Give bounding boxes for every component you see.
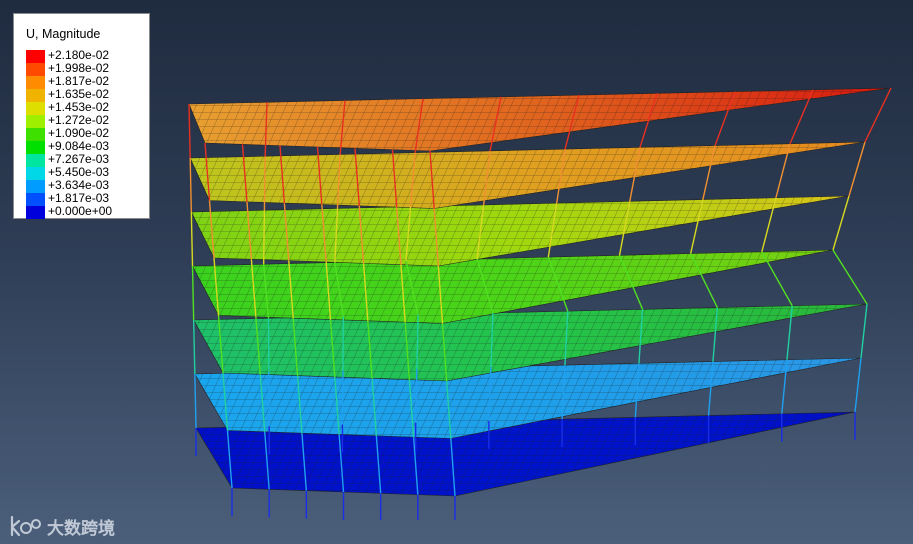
abaqus-viewport[interactable]: U, Magnitude +2.180e-02 +1.998e-02 +1.817e… — [0, 0, 913, 544]
legend-swatch — [26, 167, 45, 180]
frame-column — [263, 156, 266, 211]
watermark-text: 大数跨境 — [47, 518, 115, 539]
frame-column — [864, 87, 892, 143]
legend-swatch — [26, 193, 45, 206]
frame-column — [832, 249, 868, 305]
legend-swatch — [26, 76, 45, 89]
legend-swatch — [26, 50, 45, 63]
legend-swatch — [26, 154, 45, 167]
kdo-logo-icon — [10, 515, 41, 537]
legend-swatch — [26, 89, 45, 102]
frame-column — [189, 157, 193, 213]
slab-mesh — [189, 88, 891, 151]
legend-swatch — [26, 63, 45, 76]
frame-column — [854, 357, 862, 413]
legend-value: +0.000e+00 — [48, 204, 113, 218]
legend-swatch — [26, 180, 45, 193]
frame-column — [191, 265, 195, 321]
frame-column — [190, 211, 194, 267]
legend-entry: +0.000e+00 — [26, 204, 146, 219]
legend-swatch — [26, 206, 45, 219]
legend-swatch — [26, 102, 45, 115]
frame-column — [262, 210, 266, 265]
legend-swatch — [26, 141, 45, 154]
contour-legend: U, Magnitude +2.180e-02 +1.998e-02 +1.817e… — [13, 13, 150, 219]
frame-column — [832, 195, 850, 251]
frame-column — [192, 319, 196, 375]
legend-title: U, Magnitude — [26, 27, 101, 41]
legend-swatch — [26, 115, 45, 128]
frame-column — [194, 373, 197, 429]
watermark: 大数跨境 — [9, 513, 115, 539]
frame-column — [860, 303, 868, 359]
frame-column — [848, 141, 866, 197]
legend-swatch — [26, 128, 45, 141]
frame-column — [188, 103, 191, 159]
